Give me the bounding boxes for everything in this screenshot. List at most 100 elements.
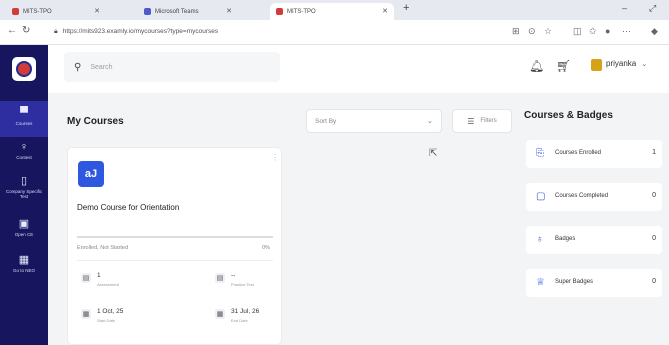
avatar[interactable] xyxy=(591,59,602,71)
sidebar-item-label: Go to NEO xyxy=(12,268,35,273)
course-progress-bar xyxy=(77,236,273,238)
tab-close-icon[interactable]: ✕ xyxy=(226,7,232,15)
stat-label: Assessment xyxy=(97,282,119,287)
teams-favicon-icon xyxy=(144,8,151,15)
sidebar: ▀ Courses ♀ Contest ▯ Company Specific T… xyxy=(0,45,48,345)
completed-icon: ▢ xyxy=(536,191,546,202)
sidebar-item-label: Company Specific Test xyxy=(5,189,43,199)
url-field[interactable]: 🔒︎ https://mits923.examly.io/mycourses?t… xyxy=(54,25,494,38)
new-tab-button[interactable]: + xyxy=(403,2,409,14)
stat-value: 31 Jul, 26 xyxy=(231,308,260,315)
sidebar-item-label: Open CE xyxy=(14,232,34,237)
trophy-icon: ♀ xyxy=(19,141,29,153)
page-title: My Courses xyxy=(67,116,124,127)
courses-completed-card[interactable]: ▢ Courses Completed 0 xyxy=(526,183,662,211)
mouse-cursor-icon: ⇱ xyxy=(429,148,438,159)
search-input[interactable]: ⚲ Search xyxy=(64,52,280,82)
url-text: https://mits923.examly.io/mycourses?type… xyxy=(62,28,219,35)
clipboard-icon: ▯ xyxy=(20,175,28,187)
browser-tab-mits-1[interactable]: MITS-TPO ✕ xyxy=(6,3,106,20)
courses-badges-title: Courses & Badges xyxy=(524,110,613,121)
profile-icon[interactable]: ● xyxy=(605,26,610,36)
search-icon: ⚲ xyxy=(74,61,82,73)
course-card[interactable]: ⋮ aJ Demo Course for Orientation Enrolle… xyxy=(67,147,282,345)
split-icon[interactable]: ◫ xyxy=(573,26,582,37)
enrollment-status: Enrolled, Not Started xyxy=(77,245,129,251)
top-header: ⚲ Search 🔔︎ 🛒︎ priyanka ⌄ xyxy=(48,45,669,93)
sort-by-placeholder: Sort By xyxy=(315,117,337,125)
sidebar-item-courses[interactable]: ▀ Courses xyxy=(0,101,48,137)
divider xyxy=(77,260,273,261)
enrolled-icon: ⎘ xyxy=(536,148,544,159)
tab-label: MITS-TPO xyxy=(287,8,316,15)
filter-sliders-icon: ☰ xyxy=(467,116,475,126)
refresh-icon[interactable]: ↻ xyxy=(22,25,30,36)
extensions-icon[interactable]: ⊙ xyxy=(528,26,536,37)
stat-value: 1 xyxy=(97,272,101,279)
tab-favicon-icon xyxy=(276,8,283,15)
sidebar-item-label: Courses xyxy=(15,121,33,126)
restore-icon[interactable]: ⤢ xyxy=(649,3,656,14)
card-label: Super Badges xyxy=(555,279,594,285)
app-logo[interactable] xyxy=(12,57,36,81)
badge-icon: ♁ xyxy=(536,234,544,245)
stat-value: -- xyxy=(231,272,236,279)
assessment-icon: ▤ xyxy=(81,273,91,283)
code-icon: ▣ xyxy=(18,218,30,230)
stat-value: 1 Oct, 25 xyxy=(97,308,124,315)
logo-emblem-icon xyxy=(16,61,32,77)
more-icon[interactable]: ⋯ xyxy=(622,26,631,37)
tab-label: Microsoft Teams xyxy=(155,8,199,15)
bell-icon[interactable]: 🔔︎ xyxy=(529,59,544,73)
username: priyanka xyxy=(606,59,637,68)
super-badges-card[interactable]: ♕ Super Badges 0 xyxy=(526,269,662,297)
tab-close-icon[interactable]: ✕ xyxy=(94,7,100,15)
card-count: 0 xyxy=(652,235,656,242)
sidebar-item-go-to-neo[interactable]: ▦ Go to NEO xyxy=(0,254,48,273)
grid-icon: ▦ xyxy=(18,254,30,266)
lock-icon: 🔒︎ xyxy=(54,27,58,35)
card-label: Badges xyxy=(555,236,576,242)
calendar-icon: ▦ xyxy=(81,309,91,319)
sidebar-item-contest[interactable]: ♀ Contest xyxy=(0,141,48,160)
course-title[interactable]: Demo Course for Orientation xyxy=(77,203,179,212)
minimize-icon[interactable]: – xyxy=(622,3,627,13)
card-count: 0 xyxy=(652,192,656,199)
practice-test-icon: ▤ xyxy=(215,273,225,283)
tab-label: MITS-TPO xyxy=(23,8,52,15)
sidebar-item-company-specific-test[interactable]: ▯ Company Specific Test xyxy=(0,175,48,199)
main-content: My Courses Sort By ⌄ ☰ Filters ⇱ ⋮ aJ De… xyxy=(48,93,669,345)
browser-tab-mits-active[interactable]: MITS-TPO ✕ xyxy=(270,3,394,20)
kebab-menu-icon[interactable]: ⋮ xyxy=(271,153,279,162)
cart-icon[interactable]: 🛒︎ xyxy=(556,59,571,73)
card-label: Courses Completed xyxy=(555,193,609,199)
filters-button[interactable]: ☰ Filters xyxy=(452,109,512,133)
user-menu[interactable]: priyanka ⌄ xyxy=(606,59,647,68)
sort-by-select[interactable]: Sort By ⌄ xyxy=(306,109,442,133)
chevron-down-icon: ⌄ xyxy=(427,118,433,125)
card-count: 0 xyxy=(652,278,656,285)
badges-card[interactable]: ♁ Badges 0 xyxy=(526,226,662,254)
stat-label: Practice Test xyxy=(231,282,254,287)
filters-label: Filters xyxy=(480,118,497,124)
stat-label: Start Date xyxy=(97,318,116,323)
courses-enrolled-card[interactable]: ⎘ Courses Enrolled 1 xyxy=(526,140,662,168)
reader-icon[interactable]: ⊞ xyxy=(512,26,520,37)
address-bar-row: ← ↻ 🔒︎ https://mits923.examly.io/mycours… xyxy=(0,20,669,45)
copilot-icon[interactable]: ◆ xyxy=(651,26,658,37)
course-thumbnail-icon: aJ xyxy=(78,161,104,187)
sidebar-item-open-ce[interactable]: ▣ Open CE xyxy=(0,218,48,237)
tab-close-icon[interactable]: ✕ xyxy=(382,7,388,15)
tab-favicon-icon xyxy=(12,8,19,15)
favorites-icon[interactable]: ✩ xyxy=(589,26,597,37)
progress-percent: 0% xyxy=(262,245,270,251)
browser-tab-bar: MITS-TPO ✕ Microsoft Teams ✕ MITS-TPO ✕ … xyxy=(0,0,669,20)
super-badge-icon: ♕ xyxy=(536,277,545,288)
back-icon[interactable]: ← xyxy=(7,25,17,36)
search-placeholder: Search xyxy=(90,63,113,71)
browser-tab-teams[interactable]: Microsoft Teams ✕ xyxy=(138,3,238,20)
star-icon[interactable]: ☆ xyxy=(544,26,552,37)
card-label: Courses Enrolled xyxy=(555,150,602,156)
card-count: 1 xyxy=(652,149,656,156)
book-icon: ▀ xyxy=(20,107,28,119)
